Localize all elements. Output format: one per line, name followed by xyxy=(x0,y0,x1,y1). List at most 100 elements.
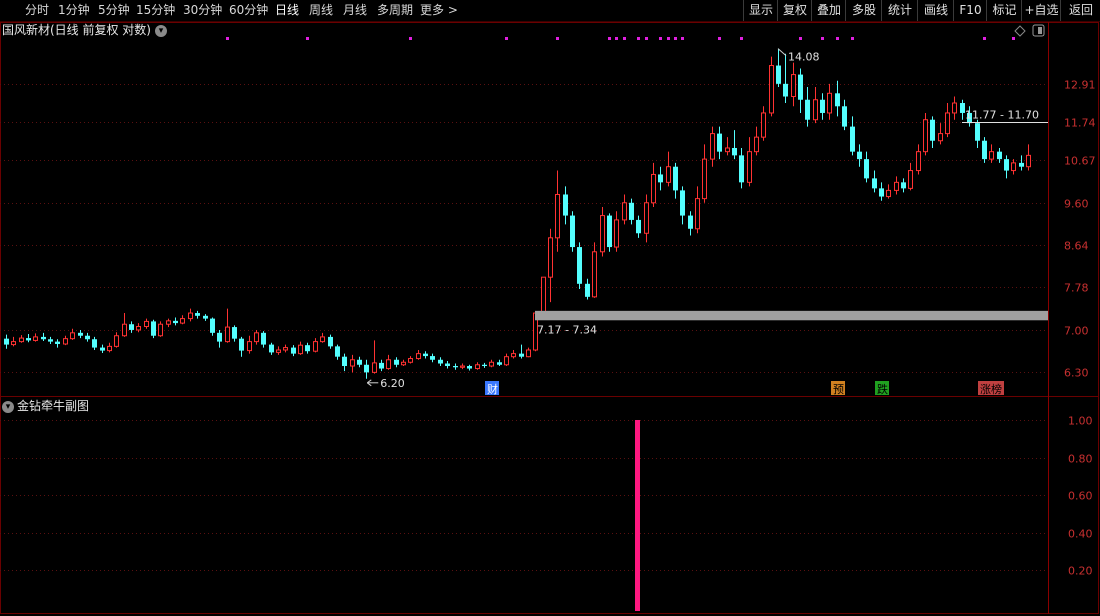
candle-body-down xyxy=(239,338,244,351)
signal-dot xyxy=(409,37,412,40)
candle-body-down xyxy=(864,159,869,179)
candle-body-up xyxy=(166,320,171,325)
price-axis-label: 6.30 xyxy=(1064,367,1089,380)
candle-body-down xyxy=(482,364,487,367)
candle-body-down xyxy=(680,190,685,216)
candle-body-up xyxy=(827,92,832,114)
candle-body-up xyxy=(107,345,112,352)
signal-dot xyxy=(608,37,611,40)
event-badge-0[interactable]: 财 xyxy=(487,382,498,396)
price-axis-label: 9.60 xyxy=(1064,198,1089,211)
candle-body-down xyxy=(232,327,237,339)
candle-body-down xyxy=(607,215,612,248)
low-price-label: 6.20 xyxy=(380,377,405,390)
candle-body-up xyxy=(666,166,671,183)
candle-body-up xyxy=(475,364,480,370)
candle-body-up xyxy=(555,193,560,239)
candle-body-up xyxy=(592,251,597,298)
candle-body-up xyxy=(70,332,75,340)
signal-dot xyxy=(667,37,670,40)
candle-body-up xyxy=(33,336,38,341)
candle-body-up xyxy=(952,102,957,114)
candle-body-down xyxy=(930,119,935,141)
candle-body-up xyxy=(504,356,509,366)
candle-body-up xyxy=(938,133,943,142)
candle-body-up xyxy=(1011,162,1016,172)
candle-body-down xyxy=(203,315,208,319)
candle-body-up xyxy=(1026,154,1031,168)
candle-body-down xyxy=(636,219,641,234)
kline-chart[interactable]: 12.91 11.74 10.67 9.60 8.64 7.78 7.00 6.30 1.00 0… xyxy=(0,0,1100,616)
candle-body-down xyxy=(41,336,46,340)
signal-dot xyxy=(659,37,662,40)
candle-body-down xyxy=(453,366,458,368)
candle-body-up xyxy=(408,358,413,363)
diamond-toggle-icon[interactable] xyxy=(1014,25,1026,37)
high-price-label: 14.08 xyxy=(788,51,820,64)
candle-body-up xyxy=(725,147,730,153)
event-badge-2[interactable]: 跌 xyxy=(877,382,888,396)
candle-body-up xyxy=(136,326,141,331)
candle-body-down xyxy=(173,320,178,324)
candle-body-down xyxy=(519,353,524,357)
candle-body-down xyxy=(820,99,825,113)
candle-body-up xyxy=(769,65,774,114)
candle-body-up xyxy=(225,326,230,343)
price-axis-label: 8.64 xyxy=(1064,240,1089,253)
price-axis-label: 10.67 xyxy=(1064,155,1096,168)
candle-body-down xyxy=(577,247,582,284)
candle-body-up xyxy=(247,341,252,352)
candle-body-up xyxy=(600,215,605,253)
candle-body-up xyxy=(791,74,796,98)
signal-dot xyxy=(821,37,824,40)
candle-body-down xyxy=(1019,162,1024,167)
candle-body-up xyxy=(188,312,193,320)
candle-body-down xyxy=(673,166,678,191)
candle-body-down xyxy=(4,338,9,345)
candle-body-down xyxy=(872,178,877,189)
signal-dot xyxy=(1012,37,1015,40)
panel-toggle-icon[interactable] xyxy=(1032,24,1045,37)
price-axis-label: 12.91 xyxy=(1064,79,1096,92)
candle-body-down xyxy=(776,65,781,84)
candle-body-down xyxy=(342,356,347,367)
candle-body-up xyxy=(526,349,531,358)
candle-body-up xyxy=(313,341,318,352)
signal-dot xyxy=(983,37,986,40)
candle-body-down xyxy=(269,344,274,353)
candle-body-up xyxy=(747,151,752,183)
candle-body-up xyxy=(761,112,766,138)
support-zone-label: 7.17 - 7.34 xyxy=(537,323,597,336)
candle-body-down xyxy=(739,155,744,183)
candle-body-down xyxy=(78,332,83,336)
candle-body-up xyxy=(114,335,119,347)
signal-dot xyxy=(615,37,618,40)
candle-body-down xyxy=(857,151,862,160)
candle-body-up xyxy=(372,362,377,373)
candle-body-up xyxy=(489,361,494,367)
candle-body-down xyxy=(563,194,568,216)
signal-dot xyxy=(718,37,721,40)
candle-body-down xyxy=(717,133,722,152)
candle-body-down xyxy=(688,215,693,229)
candle-body-down xyxy=(261,332,266,345)
candle-body-up xyxy=(886,189,891,198)
candle-body-up xyxy=(158,323,163,337)
candle-body-up xyxy=(283,347,288,351)
sub-panel-frame xyxy=(0,396,1099,614)
event-badge-1[interactable]: 预 xyxy=(833,383,844,396)
signal-dot xyxy=(836,37,839,40)
candle-body-up xyxy=(298,344,303,355)
candle-body-up xyxy=(180,318,185,324)
candle-body-up xyxy=(401,361,406,366)
candle-body-down xyxy=(1004,159,1009,171)
indicator-axis-label: 0.60 xyxy=(1068,490,1093,503)
candle-body-down xyxy=(394,359,399,365)
candle-body-up xyxy=(644,202,649,234)
event-badge-3[interactable]: 涨榜 xyxy=(980,382,1002,396)
indicator-axis-label: 0.40 xyxy=(1068,528,1093,541)
candle-body-up xyxy=(651,173,656,204)
signal-dot xyxy=(851,37,854,40)
candle-body-up xyxy=(63,338,68,345)
candle-body-up xyxy=(144,320,149,328)
